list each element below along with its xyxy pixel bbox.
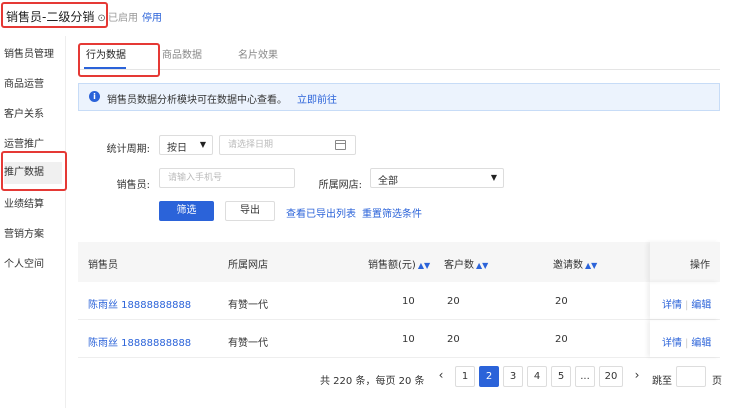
calendar-icon	[335, 140, 346, 150]
customers-cell: 20	[447, 296, 460, 307]
view-exported-link[interactable]: 查看已导出列表	[286, 205, 356, 220]
tab-behavior-data[interactable]: 行为数据	[86, 46, 126, 61]
column-header-customers-label: 客户数	[444, 260, 474, 271]
store-cell: 有赞一代	[228, 300, 268, 311]
invites-cell: 20	[555, 334, 568, 345]
sort-icon[interactable]: ▲▼	[418, 261, 430, 270]
filter-button[interactable]: 筛选	[159, 201, 214, 221]
period-select[interactable]: 按日 ▼	[159, 135, 213, 155]
store-select-value: 全部	[378, 176, 398, 187]
sort-icon[interactable]: ▲▼	[585, 261, 597, 270]
column-header-seller: 销售员	[88, 260, 118, 271]
tab-bar: 行为数据 商品数据 名片效果	[78, 40, 720, 70]
store-cell: 有赞一代	[228, 338, 268, 349]
sidebar-item-customer-relations[interactable]: 客户关系	[4, 104, 62, 126]
sidebar-item-personal-space[interactable]: 个人空间	[4, 254, 62, 276]
period-select-value: 按日	[167, 143, 187, 154]
store-select[interactable]: 全部 ▼	[370, 168, 504, 188]
detail-link[interactable]: 详情	[662, 300, 682, 311]
page-button-3[interactable]: 3	[503, 366, 523, 387]
notice-text: 销售员数据分析模块可在数据中心查看。 立即前往	[107, 91, 337, 106]
column-header-sales[interactable]: 销售额(元) ▲▼	[368, 256, 430, 271]
jump-page-input[interactable]	[676, 366, 706, 387]
caret-down-icon: ▼	[199, 140, 206, 149]
info-notice: i 销售员数据分析模块可在数据中心查看。 立即前往	[78, 83, 720, 111]
page-button-20[interactable]: 20	[599, 366, 623, 387]
operation-cell: 详情 | 编辑	[650, 320, 720, 357]
seller-link[interactable]: 陈雨丝 18888888888	[88, 334, 191, 349]
page-ellipsis[interactable]: ...	[575, 366, 595, 387]
operation-column-header: 操作	[650, 242, 720, 282]
info-icon: i	[89, 91, 100, 102]
tab-card-effect[interactable]: 名片效果	[238, 46, 278, 61]
page-button-4[interactable]: 4	[527, 366, 547, 387]
column-header-sales-label: 销售额(元)	[368, 260, 416, 271]
column-header-invites-label: 邀请数	[553, 260, 583, 271]
edit-link[interactable]: 编辑	[691, 338, 711, 349]
sidebar-item-product-operation[interactable]: 商品运营	[4, 74, 62, 96]
separator: |	[685, 300, 689, 311]
column-header-invites[interactable]: 邀请数 ▲▼	[553, 256, 597, 271]
caret-down-icon: ▼	[490, 173, 497, 182]
sort-icon[interactable]: ▲▼	[476, 261, 488, 270]
pagination-summary: 共 220 条，每页 20 条	[320, 376, 425, 387]
column-header-customers[interactable]: 客户数 ▲▼	[444, 256, 488, 271]
table-header: 销售员 所属网店 销售额(元) ▲▼ 客户数 ▲▼ 邀请数 ▲▼ 操作	[78, 242, 720, 282]
disable-link[interactable]: 停用	[142, 9, 162, 24]
sidebar-item-promotion-data[interactable]: 推广数据	[4, 162, 62, 184]
table-row: 陈雨丝 18888888888 有赞一代 10 20 20 详情 | 编辑	[78, 320, 720, 358]
active-tab-indicator	[84, 67, 126, 69]
date-picker[interactable]	[219, 135, 356, 155]
page-button-2[interactable]: 2	[479, 366, 499, 387]
next-page-button[interactable]: ›	[627, 366, 647, 387]
detail-link[interactable]: 详情	[662, 338, 682, 349]
export-button[interactable]: 导出	[225, 201, 275, 221]
sidebar-item-settlement[interactable]: 业绩结算	[4, 194, 62, 216]
seller-phone-input[interactable]	[159, 168, 295, 188]
jump-to-label: 跳至	[652, 376, 672, 387]
notice-message: 销售员数据分析模块可在数据中心查看。	[107, 95, 287, 106]
tab-product-data[interactable]: 商品数据	[162, 46, 202, 61]
sidebar-item-operation-promotion[interactable]: 运营推广	[4, 134, 62, 156]
separator: |	[685, 338, 689, 349]
page-title-text: 销售员-二级分销	[6, 10, 95, 24]
store-label: 所属网店:	[318, 180, 362, 191]
page-button-5[interactable]: 5	[551, 366, 571, 387]
page-button-1[interactable]: 1	[455, 366, 475, 387]
sales-cell: 10	[402, 334, 415, 345]
operation-cell: 详情 | 编辑	[650, 282, 720, 319]
seller-label: 销售员:	[116, 180, 150, 191]
prev-page-button[interactable]: ‹	[431, 366, 451, 387]
sales-cell: 10	[402, 296, 415, 307]
page-header: 销售员-二级分销 ⊙ 已启用 停用	[0, 0, 730, 30]
sidebar-item-marketing-plan[interactable]: 营销方案	[4, 224, 62, 246]
page-suffix-label: 页	[712, 376, 722, 387]
go-now-link[interactable]: 立即前往	[297, 95, 337, 106]
period-label: 统计周期:	[106, 144, 150, 155]
status-text: 已启用	[108, 13, 138, 24]
sidebar-item-seller-management[interactable]: 销售员管理	[4, 44, 62, 66]
reset-filters-link[interactable]: 重置筛选条件	[362, 205, 422, 220]
invites-cell: 20	[555, 296, 568, 307]
status-toggle-icon[interactable]: ⊙	[97, 13, 105, 24]
page-title: 销售员-二级分销 ⊙	[6, 8, 106, 25]
table-row: 陈雨丝 18888888888 有赞一代 10 20 20 详情 | 编辑	[78, 282, 720, 320]
column-header-store: 所属网店	[228, 260, 268, 271]
edit-link[interactable]: 编辑	[691, 300, 711, 311]
seller-link[interactable]: 陈雨丝 18888888888	[88, 296, 191, 311]
customers-cell: 20	[447, 334, 460, 345]
column-header-operation: 操作	[690, 260, 710, 271]
sidebar: 销售员管理 商品运营 客户关系 运营推广 推广数据 业绩结算 营销方案 个人空间	[0, 36, 66, 408]
